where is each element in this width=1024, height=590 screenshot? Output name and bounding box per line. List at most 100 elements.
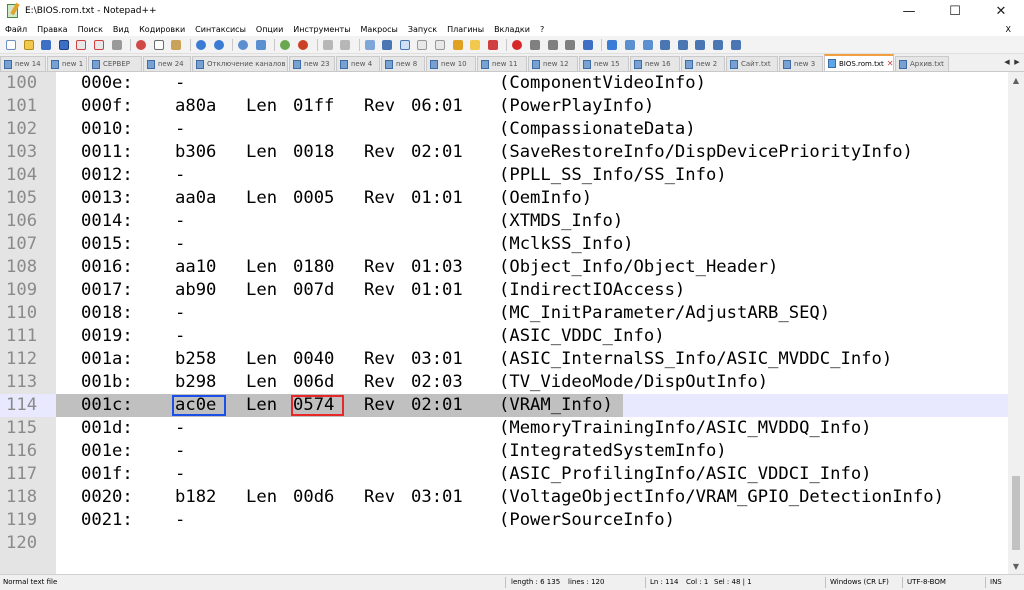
plugin-tool-icon-3[interactable] [641, 38, 655, 52]
sync-vertical-icon[interactable] [321, 38, 335, 52]
editor-line[interactable]: 103 0011: b306 Len 0018 Rev 02:01 (SaveRestoreI… [0, 141, 1008, 164]
editor-line[interactable]: 107 0015: - (MclkSS_Info) [0, 233, 1008, 256]
menu-settings[interactable]: Опции [251, 25, 288, 34]
tab-new-11[interactable]: new 11 [477, 56, 527, 71]
scroll-down-icon[interactable]: ▼ [1008, 558, 1024, 574]
plugin-tool-icon-1[interactable] [605, 38, 619, 52]
tab-new-12[interactable]: new 12 [528, 56, 578, 71]
record-macro-icon[interactable] [510, 38, 524, 52]
tab-scroll-left-icon[interactable]: ◀ [1002, 56, 1012, 68]
tab-new-2[interactable]: new 2 [681, 56, 725, 71]
plugin-tool-icon-4[interactable] [658, 38, 672, 52]
udl-icon[interactable] [415, 38, 429, 52]
menu-file[interactable]: Файл [0, 25, 32, 34]
paste-icon[interactable] [169, 38, 183, 52]
sync-horizontal-icon[interactable] [338, 38, 352, 52]
editor-line[interactable]: 100 000e: - (ComponentVideoInfo) [0, 72, 1008, 95]
tab-new-15[interactable]: new 15 [579, 56, 629, 71]
editor-line[interactable]: 101 000f: a80a Len 01ff Rev 06:01 (PowerPlayInf… [0, 95, 1008, 118]
tab-scroll-right-icon[interactable]: ▶ [1012, 56, 1022, 68]
close-file-icon[interactable] [74, 38, 88, 52]
scrollbar-thumb[interactable] [1012, 476, 1020, 550]
editor-line[interactable]: 114 001c: ac0e Len 0574 Rev 02:01 (VRAM_Info) [0, 394, 1008, 417]
tab-channels-off[interactable]: Отключение каналов [192, 56, 288, 71]
menu-view[interactable]: Вид [108, 25, 134, 34]
editor-line[interactable]: 117 001f: - (ASIC_ProfilingInfo/ASIC_VDDCI_… [0, 463, 1008, 486]
tab-archive-txt[interactable]: Архив.txt [895, 56, 949, 71]
close-all-icon[interactable] [92, 38, 106, 52]
minimize-button[interactable]: — [886, 0, 932, 22]
editor[interactable]: 100 000e: - (ComponentVideoInfo) 101 000f: a80… [0, 72, 1024, 574]
menu-tools[interactable]: Инструменты [288, 25, 355, 34]
replace-icon[interactable] [254, 38, 268, 52]
tab-server[interactable]: СЕРВЕР [88, 56, 142, 71]
scroll-up-icon[interactable]: ▲ [1008, 72, 1024, 88]
editor-line[interactable]: 104 0012: - (PPLL_SS_Info/SS_Info) [0, 164, 1008, 187]
stop-macro-icon[interactable] [528, 38, 542, 52]
monitoring-icon[interactable] [486, 38, 500, 52]
print-icon[interactable] [110, 38, 124, 52]
play-macro-icon[interactable] [546, 38, 560, 52]
new-file-icon[interactable] [4, 38, 18, 52]
show-all-chars-icon[interactable] [380, 38, 394, 52]
editor-line[interactable]: 119 0021: - (PowerSourceInfo) [0, 509, 1008, 532]
folder-workspace-icon[interactable] [468, 38, 482, 52]
menu-language[interactable]: Синтаксисы [190, 25, 251, 34]
tab-bios-rom-txt[interactable]: BIOS.rom.txt ✕ [824, 54, 894, 71]
plugin-tool-icon-5[interactable] [676, 38, 690, 52]
copy-icon[interactable] [152, 38, 166, 52]
editor-line[interactable]: 105 0013: aa0a Len 0005 Rev 01:01 (OemInfo) [0, 187, 1008, 210]
tab-close-icon[interactable]: ✕ [887, 59, 893, 68]
close-button[interactable]: ✕ [978, 0, 1024, 22]
indent-guide-icon[interactable] [398, 38, 412, 52]
zoom-out-icon[interactable] [296, 38, 310, 52]
editor-line[interactable]: 108 0016: aa10 Len 0180 Rev 01:03 (Object_Info/… [0, 256, 1008, 279]
undo-icon[interactable] [194, 38, 208, 52]
plugin-tool-icon-7[interactable] [711, 38, 725, 52]
menu-close-doc-button[interactable]: X [1001, 25, 1016, 34]
tab-new-8[interactable]: new 8 [381, 56, 425, 71]
editor-line[interactable]: 111 0019: - (ASIC_VDDC_Info) [0, 325, 1008, 348]
play-multiple-macro-icon[interactable] [563, 38, 577, 52]
menu-edit[interactable]: Правка [32, 25, 72, 34]
find-icon[interactable] [236, 38, 250, 52]
tab-new-23[interactable]: new 23 [289, 56, 335, 71]
save-icon[interactable] [39, 38, 53, 52]
menu-plugins[interactable]: Плагины [442, 25, 489, 34]
editor-line[interactable]: 110 0018: - (MC_InitParameter/AdjustARB_SEQ… [0, 302, 1008, 325]
menu-encoding[interactable]: Кодировки [134, 25, 190, 34]
open-file-icon[interactable] [22, 38, 36, 52]
editor-line[interactable]: 113 001b: b298 Len 006d Rev 02:03 (TV_VideoMode… [0, 371, 1008, 394]
editor-line[interactable]: 106 0014: - (XTMDS_Info) [0, 210, 1008, 233]
plugin-tool-icon-8[interactable] [729, 38, 743, 52]
save-macro-icon[interactable] [581, 38, 595, 52]
tab-new-14[interactable]: new 14 [0, 56, 46, 71]
menu-run[interactable]: Запуск [403, 25, 442, 34]
editor-line[interactable]: 115 001d: - (MemoryTrainingInfo/ASIC_MVDDQ_… [0, 417, 1008, 440]
redo-icon[interactable] [212, 38, 226, 52]
function-list-icon[interactable] [451, 38, 465, 52]
editor-line[interactable]: 120 [0, 532, 1008, 555]
tab-site-txt[interactable]: Сайт.txt [726, 56, 778, 71]
editor-line[interactable]: 109 0017: ab90 Len 007d Rev 01:01 (IndirectIOAc… [0, 279, 1008, 302]
editor-line[interactable]: 112 001a: b258 Len 0040 Rev 03:01 (ASIC_Interna… [0, 348, 1008, 371]
zoom-in-icon[interactable] [278, 38, 292, 52]
plugin-tool-icon-6[interactable] [693, 38, 707, 52]
editor-line[interactable]: 116 001e: - (IntegratedSystemInfo) [0, 440, 1008, 463]
menu-macro[interactable]: Макросы [356, 25, 403, 34]
vertical-scrollbar[interactable]: ▲ ▼ [1008, 72, 1024, 574]
doc-map-icon[interactable] [433, 38, 447, 52]
plugin-tool-icon-2[interactable] [623, 38, 637, 52]
menu-window[interactable]: Вкладки [489, 25, 535, 34]
menu-search[interactable]: Поиск [73, 25, 108, 34]
tab-new-16[interactable]: new 16 [630, 56, 680, 71]
word-wrap-icon[interactable] [363, 38, 377, 52]
tab-new-24[interactable]: new 24 [143, 56, 191, 71]
editor-line[interactable]: 118 0020: b182 Len 00d6 Rev 03:01 (VoltageObjec… [0, 486, 1008, 509]
menu-help[interactable]: ? [535, 25, 549, 34]
tab-new-3[interactable]: new 3 [779, 56, 823, 71]
tab-new-10[interactable]: new 10 [426, 56, 476, 71]
maximize-button[interactable]: ☐ [932, 0, 978, 22]
save-all-icon[interactable] [57, 38, 71, 52]
editor-line[interactable]: 102 0010: - (CompassionateData) [0, 118, 1008, 141]
